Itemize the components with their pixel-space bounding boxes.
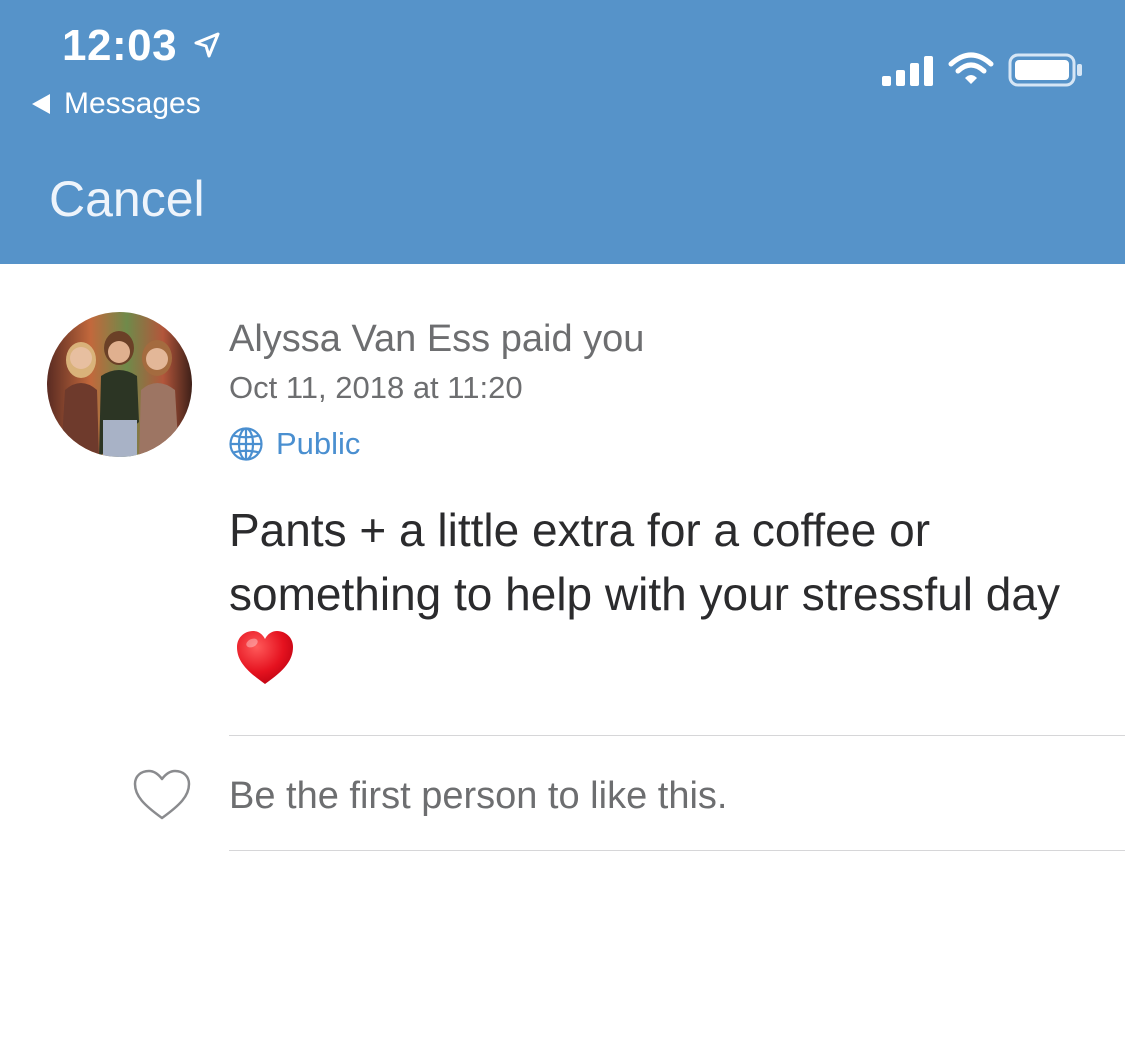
- cancel-button[interactable]: Cancel: [49, 170, 205, 228]
- like-prompt: Be the first person to like this.: [229, 775, 728, 817]
- payment-note: Pants + a little extra for a coffee or s…: [229, 498, 1089, 690]
- privacy-setting[interactable]: Public: [228, 424, 360, 464]
- battery-icon: [1008, 53, 1082, 87]
- note-text: Pants + a little extra for a coffee or s…: [229, 504, 1060, 620]
- payment-date: Oct 11, 2018 at 11:20: [229, 370, 523, 405]
- back-triangle-icon: [32, 94, 50, 114]
- back-label: Messages: [64, 87, 201, 120]
- back-to-messages-link[interactable]: Messages: [30, 84, 201, 124]
- divider-top: [229, 735, 1125, 736]
- wifi-icon: [948, 52, 994, 84]
- avatar-photo: [47, 312, 192, 457]
- globe-icon: [229, 427, 263, 461]
- sender-line[interactable]: Alyssa Van Ess paid you: [229, 316, 644, 362]
- red-heart-emoji-icon: [237, 631, 293, 684]
- top-header: 12:03 Messages Cancel: [0, 0, 1125, 264]
- status-time: 12:03: [62, 21, 178, 70]
- location-arrow-icon: [194, 32, 220, 58]
- sender-avatar[interactable]: [47, 312, 192, 457]
- cellular-signal-icon: [882, 56, 933, 86]
- privacy-label: Public: [276, 426, 361, 461]
- divider-bottom: [229, 850, 1125, 851]
- heart-like-icon[interactable]: [132, 768, 192, 822]
